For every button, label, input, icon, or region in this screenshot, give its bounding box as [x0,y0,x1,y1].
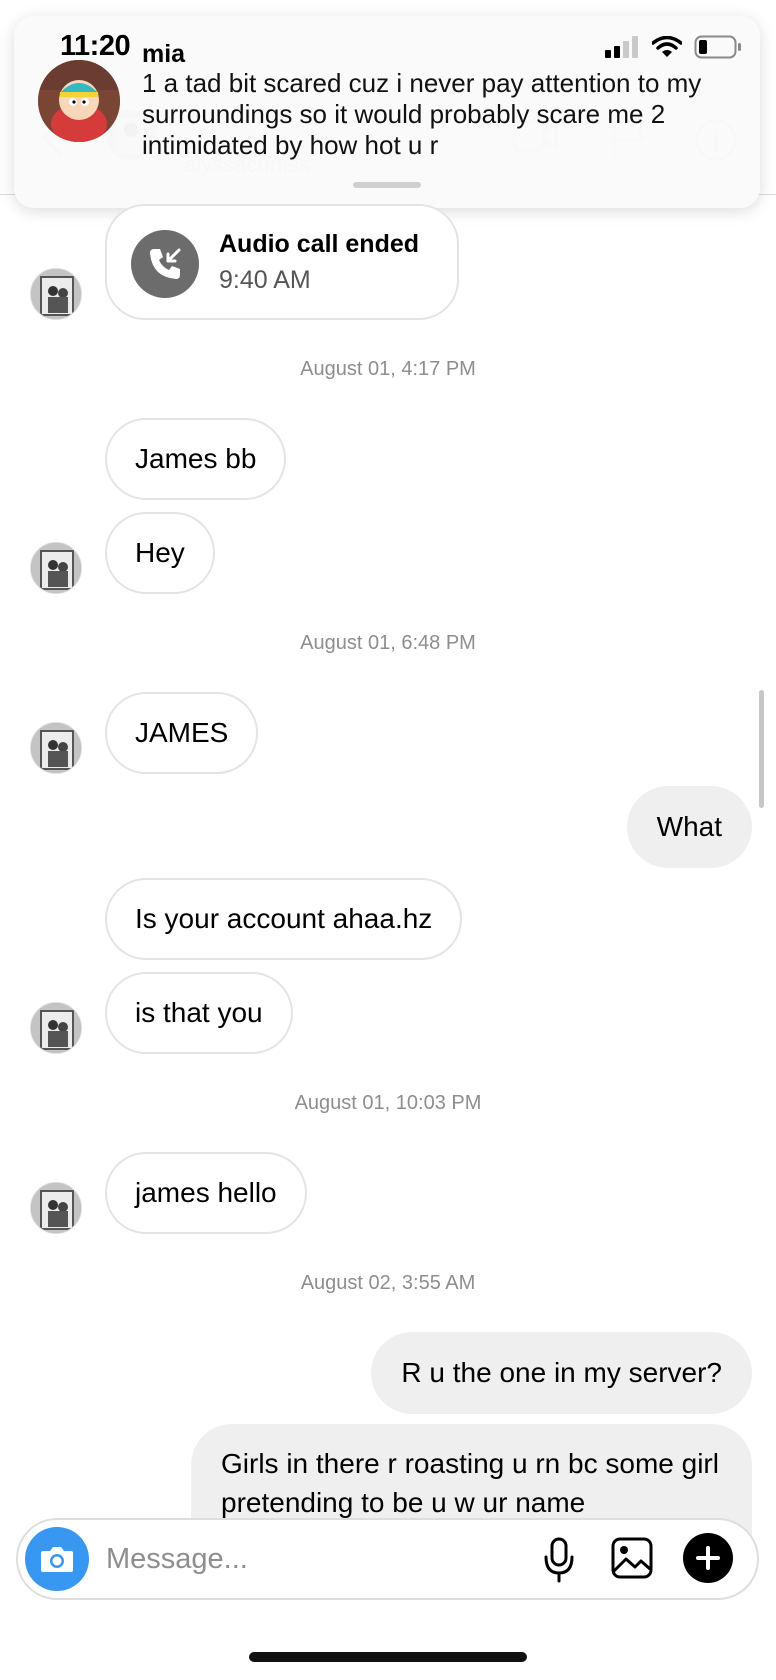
timestamp: August 01, 6:48 PM [300,632,476,654]
audio-call-card[interactable]: Audio call ended 9:40 AM [105,204,459,320]
contact-avatar[interactable] [30,268,82,320]
timestamp: August 01, 10:03 PM [294,1092,482,1114]
message-composer [16,1518,759,1600]
call-title: Audio call ended [219,230,420,258]
sender-avatar [38,60,120,142]
dm-screen: alyssacurtiss 11:20 [0,0,776,1680]
microphone-icon[interactable] [542,1537,576,1583]
camera-button[interactable] [25,1527,89,1591]
message-input[interactable] [106,1532,486,1586]
plus-icon [696,1546,720,1570]
cellular-signal-icon [605,36,638,58]
status-bar-time: 11:20 [60,30,131,62]
missed-call-icon [150,248,181,279]
message-bubble-sent[interactable]: R u the one in my server? [371,1332,752,1414]
add-content-button[interactable] [683,1533,733,1583]
call-time: 9:40 AM [219,266,311,294]
timestamp: August 01, 4:17 PM [300,358,476,380]
message-bubble-sent[interactable]: What [626,786,752,868]
message-bubble-received[interactable]: James bb [105,418,287,500]
scrollbar[interactable] [759,690,764,808]
gallery-icon[interactable] [611,1537,653,1579]
contact-avatar[interactable] [30,1002,82,1054]
contact-avatar[interactable] [30,1182,82,1234]
notification-grabber[interactable] [353,182,421,188]
notification-sender: mia [142,40,186,68]
message-bubble-received[interactable]: JAMES [105,692,259,774]
message-bubble-received[interactable]: Is your account ahaa.hz [105,878,463,960]
wifi-icon [652,36,682,57]
message-bubble-received[interactable]: Hey [105,512,215,594]
call-icon-circle [131,230,199,298]
battery-icon [694,35,741,59]
status-icons [604,34,742,60]
contact-avatar[interactable] [30,722,82,774]
message-bubble-received[interactable]: is that you [105,972,293,1054]
notification-banner[interactable]: 11:20 mia 1 a tad bit scared cuz i never… [14,16,760,208]
notification-text: 1 a tad bit scared cuz i never pay atten… [142,68,702,160]
contact-avatar[interactable] [30,542,82,594]
home-indicator[interactable] [249,1652,527,1662]
timestamp: August 02, 3:55 AM [300,1272,476,1294]
camera-icon [41,1547,73,1572]
message-bubble-received[interactable]: james hello [105,1152,307,1234]
